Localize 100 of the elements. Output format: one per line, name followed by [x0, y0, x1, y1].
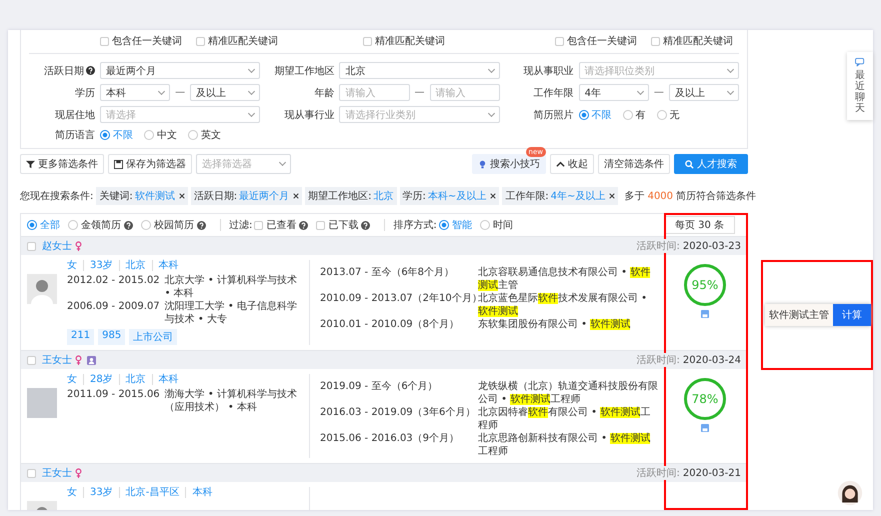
select-field[interactable]: 4年	[578, 84, 649, 101]
radio-label: 不限	[113, 129, 133, 142]
filter-label: 简历语言	[55, 128, 95, 142]
input-field[interactable]: 软件测试主管	[765, 304, 833, 326]
candidate-info: 女	[67, 260, 78, 271]
candidate-info: 28岁	[83, 374, 119, 385]
filter-label: 学历	[75, 86, 95, 100]
checkbox-label: 精准匹配关键词	[208, 34, 278, 48]
conditions-label: 您现在搜索条件:	[20, 190, 94, 203]
candidate-info: 北京	[118, 260, 152, 271]
filter-label: 现从事行业	[284, 108, 334, 122]
filter-label: 简历照片	[534, 108, 574, 122]
radio-button[interactable]	[188, 130, 198, 140]
clear-filters-button[interactable]: 清空筛选条件	[598, 154, 670, 174]
active-date: 2020-03-23	[682, 240, 741, 252]
radio-label: 无	[670, 108, 680, 122]
select-field[interactable]: 及以上	[190, 84, 260, 101]
radio-label: 英文	[201, 128, 221, 142]
tag-value: 4年~及以上	[550, 190, 606, 203]
education-detail: 沈阳理工大学 • 电子信息科学与技术 • 大专	[164, 300, 298, 326]
radio-button[interactable]	[68, 220, 78, 230]
close-icon[interactable]	[178, 193, 185, 199]
checkbox[interactable]	[254, 220, 264, 230]
tag-key: 学历:	[402, 189, 426, 203]
radio-button[interactable]	[27, 220, 37, 230]
more-filters-button[interactable]: 更多筛选条件	[20, 154, 104, 174]
radio-button[interactable]	[438, 220, 449, 230]
education-detail: 北京大学 • 计算机科学与技术 • 本科	[164, 274, 298, 300]
education-period: 2006.09 - 2009.07	[67, 300, 160, 314]
checkbox-label: 已下载	[328, 218, 358, 232]
page-size-select[interactable]: 每页 30 条	[664, 216, 735, 234]
sort-label: 排序方式:	[393, 218, 437, 232]
select-field[interactable]: 本科	[100, 84, 170, 101]
close-icon[interactable]	[293, 193, 300, 199]
work-period: 2015.06 - 2016.03（9个月）	[320, 432, 460, 446]
filter-label: 工作年限	[534, 86, 574, 100]
calculate-button[interactable]: 计算	[833, 304, 871, 326]
filter-label: 年龄	[314, 86, 334, 100]
education-period: 2012.02 - 2015.02	[67, 274, 160, 288]
tag-key: 工作年限:	[505, 189, 549, 203]
radio-button[interactable]	[141, 220, 151, 230]
candidate-info: 女	[67, 487, 78, 498]
work-period: 2019.09 - 至今（6个月）	[320, 380, 439, 394]
active-date: 2020-03-24	[682, 354, 741, 366]
radio-label: 校园简历	[154, 218, 194, 232]
radio-button[interactable]	[578, 110, 589, 120]
search-tips-button[interactable]: 搜索小技巧	[472, 154, 546, 174]
candidate-info: 北京-昌平区	[118, 487, 186, 498]
candidate-tag: 211	[67, 329, 94, 345]
active-date: 2020-03-21	[682, 468, 741, 478]
radio-button[interactable]	[656, 110, 667, 120]
close-icon[interactable]	[609, 193, 616, 199]
tag-value: 最近两个月	[239, 190, 290, 203]
range-separator: —	[654, 87, 664, 98]
tag-key: 关键词:	[99, 189, 133, 203]
checkbox[interactable]	[555, 36, 564, 46]
filter-label: 过滤:	[229, 218, 252, 232]
work-detail: 北京因特睿软件有限公司 • 软件测试工程师	[478, 406, 652, 432]
candidate-info: 女	[67, 374, 78, 385]
checkbox[interactable]	[100, 36, 109, 46]
work-detail: 龙铁纵横（北京）轨道交通科技股份有限公司 • 软件测试工程师	[478, 380, 659, 406]
radio-label: 时间	[492, 218, 513, 232]
select-field[interactable]: 最近两个月	[100, 62, 260, 79]
select-field[interactable]: 北京	[339, 62, 500, 79]
checkbox[interactable]	[651, 36, 660, 46]
filter-label: 活跃日期	[44, 64, 84, 78]
save-icon[interactable]	[701, 424, 709, 432]
education-detail: 渤海大学 • 计算机科学与技术（应用技术） • 本科	[164, 388, 298, 414]
radio-label: 有	[636, 108, 646, 122]
save-icon	[114, 160, 123, 168]
work-period: 2013.07 - 至今（6年8个月）	[320, 266, 456, 280]
work-detail: 北京蓝色星际软件技术发展有限公司 • 软件测试	[478, 292, 648, 318]
select-field[interactable]: 及以上	[668, 84, 739, 101]
checkbox[interactable]	[27, 356, 36, 364]
radio-button[interactable]	[144, 130, 154, 140]
tag-value: 软件测试	[134, 190, 175, 203]
tag-value: 本科~及以上	[428, 190, 486, 203]
range-separator: —	[414, 87, 424, 98]
candidate-tag: 上市公司	[129, 329, 178, 345]
active-time-label: 活跃时间:	[636, 239, 680, 253]
radio-button[interactable]	[100, 130, 110, 140]
radio-button[interactable]	[480, 220, 490, 230]
save-icon[interactable]	[701, 310, 709, 318]
tag-key: 活跃日期:	[194, 189, 238, 203]
work-detail: 北京思路创新科技有限公司 • 软件测试工程师	[478, 432, 652, 458]
save-filter-button[interactable]: 保存为筛选器	[108, 154, 192, 174]
candidate-tag: 985	[98, 329, 126, 345]
checkbox[interactable]	[27, 468, 36, 478]
checkbox[interactable]	[196, 36, 205, 46]
checkbox[interactable]	[316, 220, 326, 230]
checkbox[interactable]	[363, 36, 372, 46]
radio-label: 智能	[452, 218, 472, 232]
recent-chats-tab[interactable]: 最近聊天	[847, 52, 873, 120]
radio-button[interactable]	[622, 110, 633, 120]
close-icon[interactable]	[490, 193, 496, 199]
checkbox[interactable]	[27, 242, 36, 250]
collapse-button[interactable]: 收起	[550, 154, 594, 174]
search-icon	[685, 160, 694, 168]
candidate-info: 北京	[118, 374, 152, 385]
cartoon-avatar-drawing	[837, 480, 863, 506]
